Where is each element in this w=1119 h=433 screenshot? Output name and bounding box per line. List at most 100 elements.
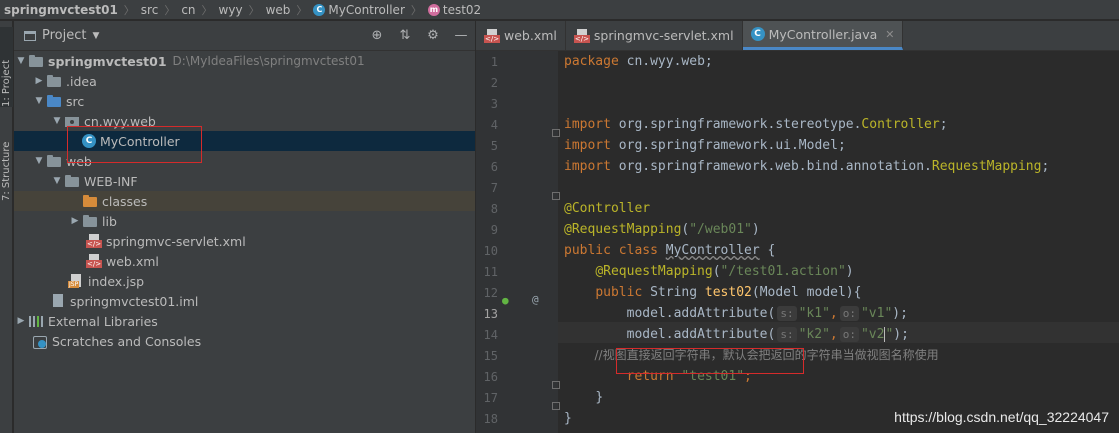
breadcrumb-item-class[interactable]: C MyController [313, 3, 405, 17]
tree-item-web-inf[interactable]: ▼ WEB-INF [14, 171, 475, 191]
line-number: 14 [483, 328, 498, 342]
tree-item-label: index.jsp [88, 273, 145, 289]
output-folder-icon [82, 194, 98, 208]
project-panel: Project ▼ ⊕ ⇅ ⚙ — ▼ springmvctest01 D:\M… [14, 21, 475, 433]
tool-window-strip: 1: Project 7: Structure [0, 21, 13, 433]
gear-icon[interactable]: ⚙ [419, 28, 447, 43]
code-line: @RequestMapping("/web01") [564, 222, 760, 237]
locate-icon[interactable]: ⊕ [363, 28, 391, 43]
class-icon: C [313, 3, 326, 16]
line-number: 9 [490, 223, 498, 237]
code-line: public String test02(Model model){ [595, 285, 862, 300]
breadcrumb-item-src[interactable]: src [141, 3, 159, 17]
class-icon: C [750, 27, 765, 41]
tree-item-label: External Libraries [48, 313, 158, 329]
tree-item-scratches[interactable]: Scratches and Consoles [14, 331, 475, 351]
expand-down-icon[interactable]: ▼ [32, 96, 46, 106]
folder-icon [46, 74, 62, 88]
fold-marker-icon[interactable] [552, 402, 560, 410]
tab-label: web.xml [504, 28, 557, 43]
line-number: 15 [483, 349, 498, 363]
expand-down-icon[interactable]: ▼ [50, 116, 64, 126]
breadcrumb-item-cn[interactable]: cn [181, 3, 195, 17]
project-tool-label: 1: Project [1, 59, 12, 107]
chevron-down-icon: ▼ [92, 30, 100, 41]
fold-marker-icon[interactable] [552, 129, 560, 137]
code-line: import org.springframework.stereotype.Co… [564, 117, 948, 132]
code-line: import org.springframework.ui.Model; [564, 138, 846, 153]
tab-web-xml[interactable]: web.xml [476, 21, 566, 50]
tree-item-index-jsp[interactable]: index.jsp [14, 271, 475, 291]
method-icon: m [427, 3, 440, 16]
source-folder-icon [46, 94, 62, 108]
folder-icon [64, 174, 80, 188]
collapse-all-icon[interactable]: ⇅ [391, 28, 419, 43]
jsp-file-icon [68, 274, 84, 288]
xml-file-icon [86, 254, 103, 268]
module-file-icon [50, 294, 66, 308]
line-number: 17 [483, 391, 498, 405]
line-number: 8 [490, 202, 498, 216]
library-icon [28, 314, 44, 328]
tree-item-project-root[interactable]: ▼ springmvctest01 D:\MyIdeaFiles\springm… [14, 51, 475, 71]
chevron-right-icon: 〉 [296, 3, 308, 17]
chevron-right-icon: 〉 [164, 3, 176, 17]
tree-item-springmvc-servlet[interactable]: springmvc-servlet.xml [14, 231, 475, 251]
line-number: 10 [483, 244, 498, 258]
editor-tabs: web.xml springmvc-servlet.xml C MyContro… [476, 21, 1119, 51]
tree-item-label: classes [102, 193, 148, 209]
tree-item-label: springmvctest01.iml [70, 293, 199, 309]
line-number: 7 [490, 181, 498, 195]
project-view-selector[interactable]: Project ▼ [24, 28, 99, 43]
tab-label: MyController.java [768, 26, 878, 42]
chevron-right-icon: 〉 [248, 3, 260, 17]
folder-icon [82, 214, 98, 228]
fold-marker-icon[interactable] [552, 381, 560, 389]
line-number: 5 [490, 139, 498, 153]
tree-item-lib[interactable]: ▶ lib [14, 211, 475, 231]
tab-label: springmvc-servlet.xml [593, 28, 734, 43]
expand-down-icon[interactable]: ▼ [14, 56, 28, 66]
code-line: } [564, 411, 572, 426]
tree-item-idea[interactable]: ▶ .idea [14, 71, 475, 91]
tab-structure-tool[interactable]: 7: Structure [0, 121, 13, 201]
expand-right-icon[interactable]: ▶ [68, 216, 82, 226]
close-icon[interactable]: ✕ [885, 28, 894, 41]
code-line: import org.springframework.web.bind.anno… [564, 159, 1050, 174]
code-line: } [595, 390, 604, 405]
watermark: https://blog.csdn.net/qq_32224047 [894, 409, 1109, 425]
xml-file-icon [573, 28, 590, 43]
tree-item-web-xml[interactable]: web.xml [14, 251, 475, 271]
breadcrumb: springmvctest01 〉 src 〉 cn 〉 wyy 〉 web 〉… [0, 0, 1119, 20]
project-icon [24, 30, 36, 41]
tree-item-label: web.xml [106, 253, 159, 269]
line-number: 11 [483, 265, 498, 279]
fold-marker-icon[interactable] [552, 192, 560, 200]
tree-item-classes[interactable]: classes [14, 191, 475, 211]
annotation-gutter-icon[interactable]: @ [532, 293, 539, 306]
line-number: 3 [490, 97, 498, 111]
breadcrumb-item-project[interactable]: springmvctest01 [4, 3, 118, 17]
expand-down-icon[interactable]: ▼ [50, 176, 64, 186]
expand-right-icon[interactable]: ▶ [14, 316, 28, 326]
expand-down-icon[interactable]: ▼ [32, 156, 46, 166]
tree-item-iml[interactable]: springmvctest01.iml [14, 291, 475, 311]
tab-mycontroller-java[interactable]: C MyController.java ✕ [742, 21, 904, 50]
breadcrumb-item-method[interactable]: m test02 [427, 3, 481, 17]
scratches-icon [32, 334, 48, 349]
tree-item-external-libraries[interactable]: ▶ External Libraries [14, 311, 475, 331]
run-gutter-icon[interactable]: ● [502, 294, 509, 307]
breadcrumb-item-web[interactable]: web [266, 3, 291, 17]
tab-project-tool[interactable]: 1: Project [0, 27, 13, 107]
tab-springmvc-servlet-xml[interactable]: springmvc-servlet.xml [566, 21, 743, 50]
param-hint: s: [777, 306, 797, 321]
tree-item-src[interactable]: ▼ src [14, 91, 475, 111]
breadcrumb-item-wyy[interactable]: wyy [219, 3, 243, 17]
hide-icon[interactable]: — [447, 28, 475, 43]
structure-tool-label: 7: Structure [1, 141, 12, 201]
module-folder-icon [28, 54, 44, 68]
expand-right-icon[interactable]: ▶ [32, 76, 46, 86]
param-hint: o: [839, 327, 859, 342]
web-folder-icon [46, 154, 62, 168]
code-line: public class MyController { [564, 243, 776, 258]
